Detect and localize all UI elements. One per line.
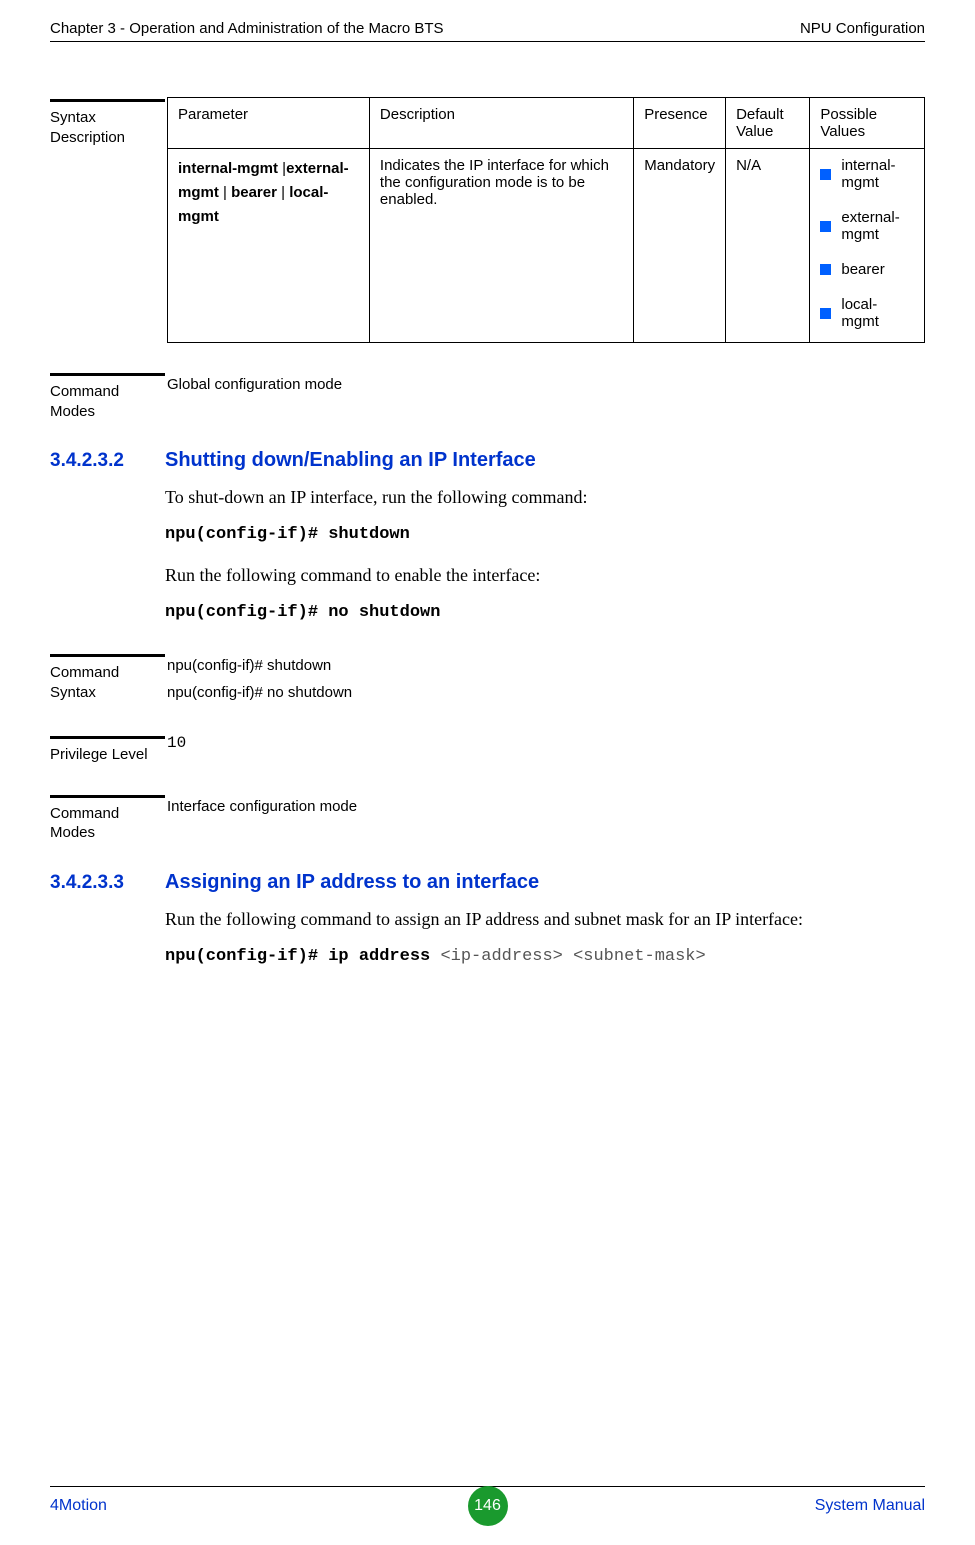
command-syntax-body: npu(config-if)# shutdown npu(config-if)#… — [165, 652, 925, 706]
code-line: npu(config-if)# ip address <ip-address> … — [165, 947, 915, 966]
col-parameter: Parameter — [168, 98, 370, 149]
section-number-2: 3.4.2.3.3 — [50, 872, 165, 894]
cell-parameter: internal-mgmt |external-mgmt | bearer | … — [168, 149, 370, 343]
syntax-line: npu(config-if)# no shutdown — [167, 679, 925, 706]
pv-item: bearer — [820, 261, 914, 278]
syntax-table: Parameter Description Presence Default V… — [167, 97, 925, 343]
pv-item: external-mgmt — [820, 209, 914, 243]
section-heading-1: 3.4.2.3.2 Shutting down/Enabling an IP I… — [50, 449, 925, 472]
section-heading-2: 3.4.2.3.3 Assigning an IP address to an … — [50, 871, 925, 894]
col-description: Description — [369, 98, 633, 149]
command-modes-label: Command Modes — [50, 371, 165, 421]
section-number-1: 3.4.2.3.2 — [50, 450, 165, 472]
command-syntax-label: Command Syntax — [50, 652, 165, 702]
section-title-1: Shutting down/Enabling an IP Interface — [165, 449, 536, 472]
cell-possible-values: internal-mgmt external-mgmt bearer local… — [810, 149, 925, 343]
header-left: Chapter 3 - Operation and Administration… — [50, 20, 444, 37]
pv-item: local-mgmt — [820, 296, 914, 330]
paragraph: Run the following command to enable the … — [165, 562, 915, 589]
code-line: npu(config-if)# shutdown — [165, 525, 915, 544]
page-footer: 4Motion 146 System Manual — [50, 1486, 925, 1515]
command-syntax-block: Command Syntax npu(config-if)# shutdown … — [50, 652, 925, 706]
paragraph: Run the following command to assign an I… — [165, 906, 915, 933]
command-modes-text-2: Interface configuration mode — [165, 793, 925, 820]
command-modes-block-2: Command Modes Interface configuration mo… — [50, 793, 925, 843]
syntax-line: npu(config-if)# shutdown — [167, 652, 925, 679]
cell-description: Indicates the IP interface for which the… — [369, 149, 633, 343]
paragraph: To shut-down an IP interface, run the fo… — [165, 484, 915, 511]
header-rule — [50, 41, 925, 42]
pv-item: internal-mgmt — [820, 157, 914, 191]
cell-default: N/A — [726, 149, 810, 343]
privilege-level-block: Privilege Level 10 — [50, 734, 925, 765]
section-title-2: Assigning an IP address to an interface — [165, 871, 539, 894]
command-modes-label: Command Modes — [50, 793, 165, 843]
cell-presence: Mandatory — [634, 149, 726, 343]
table-row: internal-mgmt |external-mgmt | bearer | … — [168, 149, 925, 343]
bullet-icon — [820, 308, 831, 319]
footer-left: 4Motion — [50, 1497, 107, 1515]
syntax-description-label: Syntax Description — [50, 97, 165, 147]
page-header: Chapter 3 - Operation and Administration… — [50, 20, 925, 37]
privilege-level-label: Privilege Level — [50, 734, 165, 765]
col-possible-values: Possible Values — [810, 98, 925, 149]
syntax-description-block: Syntax Description Parameter Description… — [50, 97, 925, 343]
page-number-badge: 146 — [468, 1486, 508, 1526]
code-line: npu(config-if)# no shutdown — [165, 603, 915, 622]
footer-right: System Manual — [815, 1497, 925, 1515]
command-modes-block-1: Command Modes Global configuration mode — [50, 371, 925, 421]
bullet-icon — [820, 169, 831, 180]
bullet-icon — [820, 264, 831, 275]
col-default-value: Default Value — [726, 98, 810, 149]
col-presence: Presence — [634, 98, 726, 149]
command-modes-text-1: Global configuration mode — [165, 371, 925, 398]
header-right: NPU Configuration — [800, 20, 925, 37]
privilege-level-value: 10 — [165, 734, 925, 752]
table-header-row: Parameter Description Presence Default V… — [168, 98, 925, 149]
bullet-icon — [820, 221, 831, 232]
